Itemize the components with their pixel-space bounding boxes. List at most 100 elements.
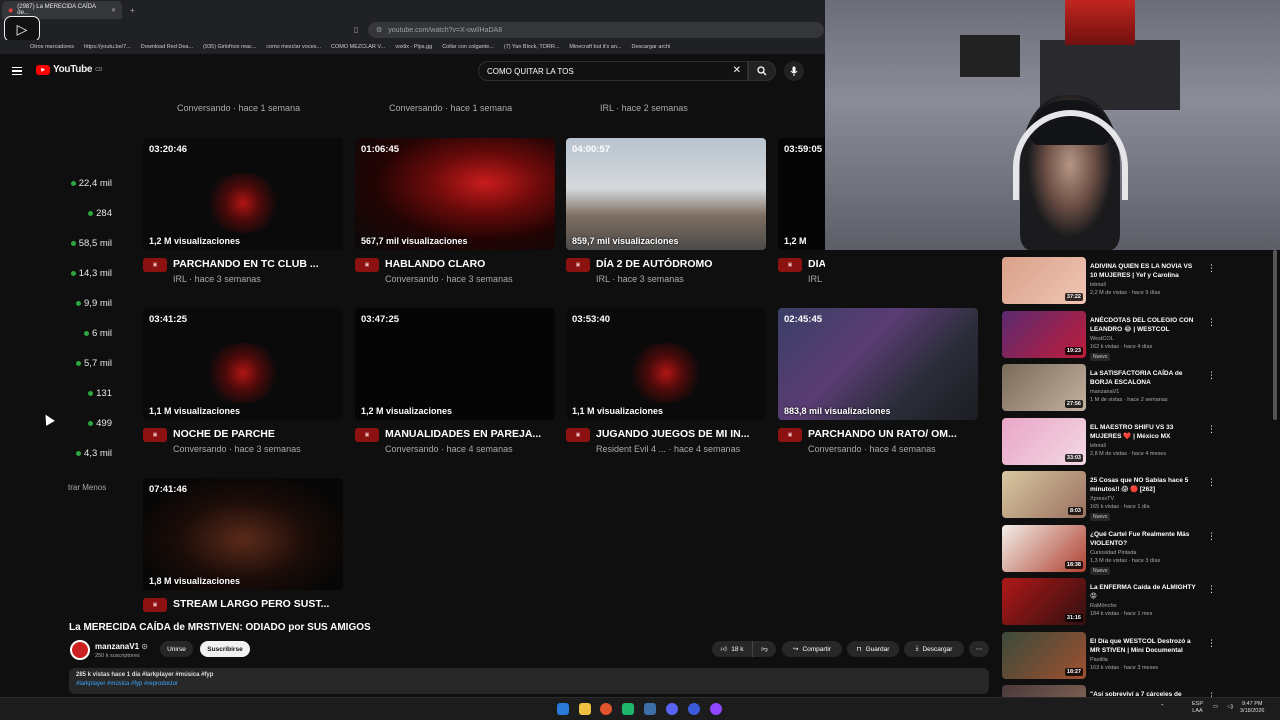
bookmark-item[interactable]: Minecraft but it's an... bbox=[569, 44, 621, 50]
video-card[interactable]: 07:41:46 1,8 M visualizaciones ▣ STREAM LAR… bbox=[143, 478, 343, 614]
video-thumbnail[interactable]: 01:06:45 567,7 mil visualizaciones bbox=[355, 138, 555, 250]
start-icon[interactable] bbox=[557, 703, 569, 715]
suggested-channel[interactable]: RaMóncho bbox=[1090, 603, 1117, 609]
site-info-icon[interactable]: ⚙ bbox=[376, 26, 382, 34]
bookmark-item[interactable]: Descargar archi bbox=[632, 44, 671, 50]
clear-search-icon[interactable]: ✕ bbox=[733, 65, 741, 76]
video-title[interactable]: DÍA 2 DE AUTÓDROMO bbox=[596, 258, 766, 270]
channel-avatar[interactable]: ▣ bbox=[143, 598, 167, 612]
channel-avatar[interactable]: ▣ bbox=[143, 258, 167, 272]
more-options-icon[interactable]: ⋮ bbox=[1207, 477, 1216, 488]
close-tab-icon[interactable]: ✕ bbox=[111, 7, 116, 14]
suggested-title[interactable]: 25 Cosas que NO Sabías hace 5 minutos!! … bbox=[1090, 476, 1200, 494]
discord-icon[interactable] bbox=[666, 703, 678, 715]
suggested-thumbnail[interactable]: 8:03 bbox=[1002, 471, 1086, 518]
suggested-title[interactable]: EL MAESTRO SHIFU VS 33 MUJERES ❤️ | Méxi… bbox=[1090, 423, 1200, 441]
video-thumbnail[interactable]: 03:59:05 1,2 M bbox=[778, 138, 825, 250]
volume-icon[interactable]: ◁) bbox=[1227, 704, 1233, 711]
video-card[interactable]: 02:45:45 883,8 mil visualizaciones ▣ PARCHA… bbox=[778, 308, 978, 454]
steam-icon[interactable] bbox=[644, 703, 656, 715]
twitch-icon[interactable] bbox=[710, 703, 722, 715]
channel-avatar[interactable]: ▣ bbox=[778, 258, 802, 272]
suggested-thumbnail[interactable]: 18:27 bbox=[1002, 631, 1086, 679]
clock[interactable]: 9:47 PM 3/18/2026 bbox=[1240, 701, 1264, 715]
description-tags[interactable]: #larkplayer #música #fyp #reproductor bbox=[76, 680, 982, 689]
suggested-channel[interactable]: lebriali bbox=[1090, 282, 1106, 288]
chat-app-icon[interactable] bbox=[688, 703, 700, 715]
bookmark-item[interactable]: voxlix - Plps.gg bbox=[395, 44, 432, 50]
video-title[interactable]: STREAM LARGO PERO SUST... bbox=[173, 598, 343, 610]
tray-chevron-icon[interactable]: ⌃ bbox=[1160, 704, 1165, 711]
more-options-icon[interactable]: ⋮ bbox=[1207, 638, 1216, 649]
dislike-button[interactable]: 👎︎ bbox=[752, 641, 776, 657]
suggested-thumbnail[interactable]: 27:56 bbox=[1002, 364, 1086, 411]
address-bar[interactable]: ⚙ youtube.com/watch?v=X-owIlHaDA8 bbox=[368, 22, 824, 38]
app-icon[interactable] bbox=[622, 703, 634, 715]
bookmark-item[interactable]: como mezclar voces... bbox=[266, 44, 321, 50]
bookmark-item[interactable]: Otros marcadores bbox=[30, 44, 74, 50]
video-title[interactable]: NOCHE DE PARCHE bbox=[173, 428, 343, 440]
suggested-title[interactable]: ¿Qué Cartel Fue Realmente Más VIOLENTO? bbox=[1090, 530, 1200, 548]
video-card[interactable]: 03:47:25 1,2 M visualizaciones ▣ MANUALIDAD… bbox=[355, 308, 555, 454]
suggested-channel[interactable]: WestCOL bbox=[1090, 336, 1114, 342]
video-card[interactable]: 04:00:57 859,7 mil visualizaciones ▣ DÍA 2 … bbox=[566, 138, 766, 284]
video-title[interactable]: HABLANDO CLARO bbox=[385, 258, 555, 270]
suggested-video[interactable]: 8:03 25 Cosas que NO Sabías hace 5 minuto… bbox=[1002, 471, 1277, 521]
more-options-icon[interactable]: ⋮ bbox=[1207, 317, 1216, 328]
video-thumbnail[interactable]: 04:00:57 859,7 mil visualizaciones bbox=[566, 138, 766, 250]
channel-avatar[interactable]: ▣ bbox=[778, 428, 802, 442]
bookmark-icon[interactable]: ▯ bbox=[354, 25, 358, 34]
suggested-title[interactable]: ANÉCDOTAS DEL COLEGIO CON LEANDRO 😂 | WE… bbox=[1090, 316, 1200, 334]
channel-avatar[interactable]: ▣ bbox=[566, 258, 590, 272]
video-card[interactable]: 03:59:05 1,2 M ▣ DIA DE AUTODROMO IRL · hace… bbox=[778, 138, 825, 284]
file-explorer-icon[interactable] bbox=[579, 703, 591, 715]
suggested-thumbnail[interactable] bbox=[1002, 685, 1086, 697]
new-tab-icon[interactable]: + bbox=[130, 6, 135, 15]
video-card[interactable]: 01:06:45 567,7 mil visualizaciones ▣ HABLAN… bbox=[355, 138, 555, 284]
join-button[interactable]: Unirse bbox=[160, 641, 193, 657]
suggested-title[interactable]: El Día que WESTCOL Destrozó a MR STIVEN … bbox=[1090, 637, 1200, 655]
suggested-thumbnail[interactable]: 19:23 bbox=[1002, 310, 1086, 358]
more-options-icon[interactable]: ⋮ bbox=[1207, 584, 1216, 595]
video-title[interactable]: PARCHANDO EN TC CLUB ... bbox=[173, 258, 343, 270]
more-options-icon[interactable]: ⋮ bbox=[1207, 424, 1216, 435]
suggested-title[interactable]: La ENFERMA Caída de ALMIGHTY 😡 bbox=[1090, 583, 1200, 601]
like-button[interactable]: 👍︎ 18 k bbox=[712, 641, 752, 657]
suggested-video[interactable]: 31:16 La ENFERMA Caída de ALMIGHTY 😡 RaMón… bbox=[1002, 578, 1277, 628]
suggested-channel[interactable]: lebriali bbox=[1090, 443, 1106, 449]
channel-avatar[interactable]: ▣ bbox=[143, 428, 167, 442]
language-indicator[interactable]: ESP LAA bbox=[1192, 701, 1203, 715]
suggested-thumbnail[interactable]: 31:16 bbox=[1002, 578, 1086, 625]
video-thumbnail[interactable]: 07:41:46 1,8 M visualizaciones bbox=[143, 478, 343, 590]
menu-icon[interactable] bbox=[12, 67, 22, 75]
save-button[interactable]: ⊓ Guardar bbox=[847, 641, 899, 657]
suggested-video[interactable]: 18:27 El Día que WESTCOL Destrozó a MR ST… bbox=[1002, 631, 1277, 682]
suggested-thumbnail[interactable]: 33:03 bbox=[1002, 417, 1086, 465]
search-button[interactable] bbox=[748, 61, 776, 81]
video-title[interactable]: MANUALIDADES EN PAREJA... bbox=[385, 428, 555, 440]
more-options-icon[interactable]: ⋮ bbox=[1207, 263, 1216, 274]
suggested-video[interactable]: 27:56 La SATISFACTORIA CAÍDA de BORJA ESC… bbox=[1002, 364, 1277, 414]
description-box[interactable]: 285 k vistas hace 1 día #larkplayer #mús… bbox=[69, 668, 989, 694]
search-input[interactable]: COMO QUITAR LA TOS ✕ bbox=[478, 61, 748, 81]
video-card[interactable]: 03:41:25 1,1 M visualizaciones ▣ NOCHE DE P… bbox=[143, 308, 343, 454]
share-button[interactable]: ↪ Compartir bbox=[782, 641, 842, 657]
suggested-title[interactable]: La SATISFACTORIA CAÍDA de BORJA ESCALONA bbox=[1090, 369, 1200, 387]
bookmark-item[interactable]: (935) Girlofnox reac... bbox=[203, 44, 256, 50]
brave-browser-icon[interactable] bbox=[600, 703, 612, 715]
suggested-channel[interactable]: XpressTV bbox=[1090, 496, 1114, 502]
video-title[interactable]: PARCHANDO UN RATO/ OM... bbox=[808, 428, 978, 440]
video-thumbnail[interactable]: 03:41:25 1,1 M visualizaciones bbox=[143, 308, 343, 420]
channel-avatar[interactable]: ▣ bbox=[355, 258, 379, 272]
suggested-video[interactable]: 18:38 ¿Qué Cartel Fue Realmente Más VIOLE… bbox=[1002, 524, 1277, 575]
suggested-thumbnail[interactable]: 18:38 bbox=[1002, 524, 1086, 572]
show-less-link[interactable]: trar Menos bbox=[68, 483, 106, 492]
channel-name[interactable]: manzanaV1 ⊙ bbox=[95, 642, 148, 651]
bookmark-item[interactable]: (7) Yan Block, TORR... bbox=[504, 44, 560, 50]
download-button[interactable]: ⤓ Descargar bbox=[904, 641, 964, 657]
more-options-icon[interactable]: ⋮ bbox=[1207, 531, 1216, 542]
more-actions-button[interactable]: ⋯ bbox=[969, 641, 989, 657]
channel-avatar[interactable]: ▣ bbox=[566, 428, 590, 442]
bookmark-item[interactable]: COMO MEZCLAR V... bbox=[331, 44, 385, 50]
suggested-video[interactable]: "Así sobreviví a 7 cárceles de Colombia:… bbox=[1002, 685, 1277, 697]
